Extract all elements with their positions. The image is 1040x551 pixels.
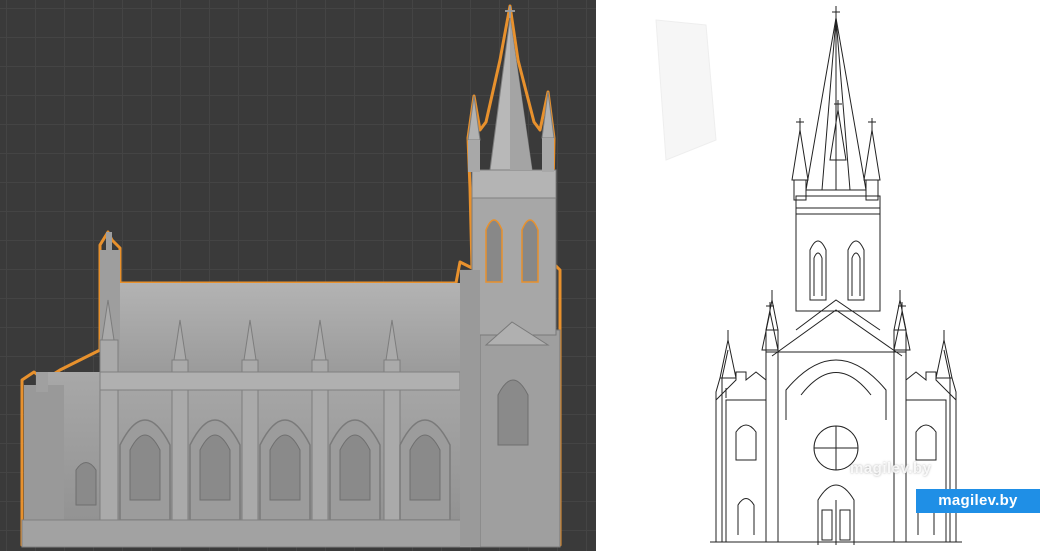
site-badge[interactable]: magilev.by (916, 489, 1040, 513)
facade-line-art (655, 6, 962, 545)
church-model[interactable] (0, 0, 596, 551)
facade-drawing (596, 0, 1040, 551)
parapet-band (99, 371, 461, 391)
faint-watermark: magilev.by (850, 460, 932, 477)
3d-viewport[interactable] (0, 0, 596, 551)
bell-tower (460, 6, 561, 548)
